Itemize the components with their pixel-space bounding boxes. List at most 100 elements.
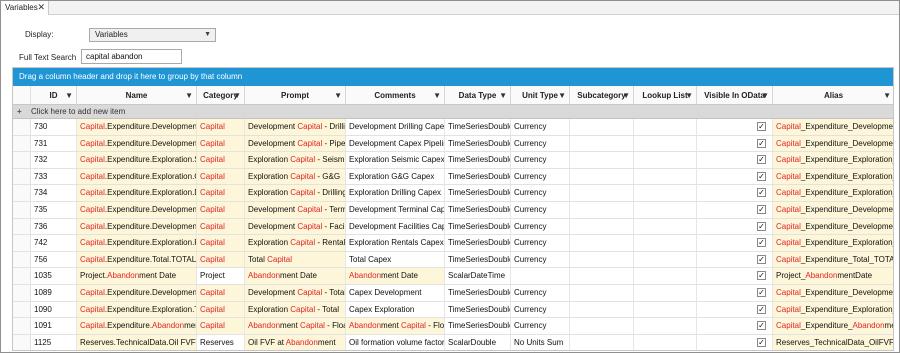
cell-unit-type[interactable]: Currency (511, 235, 570, 251)
cell-name[interactable]: Capital.Expenditure.Exploration.To (77, 301, 197, 318)
row-indicator[interactable] (13, 202, 31, 218)
cell-alias[interactable]: Project_AbandonmentDate (773, 268, 893, 284)
cell-alias[interactable]: Capital_Expenditure_Exploration_D (773, 185, 893, 201)
cell-visible-in-odata[interactable]: ✓ (697, 251, 773, 268)
cell-category[interactable]: Reserves (197, 334, 245, 350)
cell-prompt[interactable]: Exploration Capital - Total (245, 301, 346, 318)
visible-checkbox[interactable]: ✓ (757, 337, 766, 347)
cell-name[interactable]: Capital.Expenditure.Exploration.G& (77, 168, 197, 185)
close-icon[interactable]: ✕ (37, 1, 45, 14)
group-panel[interactable]: Drag a column header and drop it here to… (13, 68, 893, 86)
row-indicator[interactable] (13, 135, 31, 152)
cell-comments[interactable]: Development Terminal Capex (346, 202, 445, 218)
cell-prompt[interactable]: Total Capital (245, 251, 346, 268)
cell-name[interactable]: Capital.Expenditure.Development. (77, 218, 197, 235)
cell-subcategory[interactable] (570, 301, 634, 318)
cell-id[interactable]: 736 (31, 218, 77, 235)
cell-lookup-list[interactable] (634, 235, 697, 251)
cell-comments[interactable]: Abandonment Capital - Floa (346, 318, 445, 334)
cell-id[interactable]: 1035 (31, 268, 77, 284)
visible-checkbox[interactable]: ✓ (757, 288, 766, 297)
visible-checkbox[interactable]: ✓ (757, 122, 766, 131)
cell-comments[interactable]: Development Facilities Capex (346, 218, 445, 235)
cell-subcategory[interactable] (570, 168, 634, 185)
cell-unit-type[interactable] (511, 268, 570, 284)
visible-checkbox[interactable]: ✓ (757, 155, 766, 165)
cell-id[interactable]: 735 (31, 202, 77, 218)
cell-subcategory[interactable] (570, 251, 634, 268)
table-row[interactable]: 756 Capital.Expenditure.Total.TOTAL Capita… (13, 251, 893, 269)
cell-unit-type[interactable]: Currency (511, 318, 570, 334)
cell-alias[interactable]: Capital_Expenditure_Total_TOTAL (773, 251, 893, 268)
cell-comments[interactable]: Exploration Seismic Capex (346, 152, 445, 168)
cell-category[interactable]: Capital (197, 185, 245, 201)
table-row[interactable]: 1125Reserves.TechnicalData.Oil FVF AbRes… (13, 334, 893, 350)
cell-alias[interactable]: Capital_Expenditure_Development (773, 202, 893, 218)
visible-checkbox[interactable]: ✓ (757, 205, 766, 214)
table-row[interactable]: 1089 Capital.Expenditure.Development. Capi… (13, 285, 893, 302)
cell-visible-in-odata[interactable]: ✓ (697, 218, 773, 235)
filter-icon[interactable]: ▼ (185, 86, 193, 105)
cell-category[interactable]: Capital (197, 285, 245, 301)
cell-alias[interactable]: Capital_Expenditure_Development (773, 218, 893, 235)
visible-checkbox[interactable]: ✓ (757, 321, 766, 331)
cell-comments[interactable]: Total Capex (346, 251, 445, 268)
cell-alias[interactable]: Capital_Expenditure_Development (773, 135, 893, 152)
visible-checkbox[interactable]: ✓ (757, 171, 766, 181)
cell-comments[interactable]: Oil formation volume factor (346, 334, 445, 350)
cell-unit-type[interactable]: No Units Sum (511, 334, 570, 350)
cell-comments[interactable]: Development Drilling Capex (346, 119, 445, 135)
cell-prompt[interactable]: Abandonment Date (245, 268, 346, 284)
cell-id[interactable]: 1125 (31, 334, 77, 350)
row-indicator[interactable] (13, 251, 31, 268)
table-row[interactable]: 730 Capital.Expenditure.Development. Capit… (13, 119, 893, 136)
table-row[interactable]: 1035 Project.Abandonment Date Project Aband… (13, 268, 893, 285)
cell-unit-type[interactable]: Currency (511, 218, 570, 235)
row-indicator[interactable] (13, 235, 31, 251)
cell-data-type[interactable]: TimeSeriesDouble (445, 235, 511, 251)
column-header-alias[interactable]: Alias ▼ (773, 86, 893, 105)
cell-subcategory[interactable] (570, 285, 634, 301)
cell-unit-type[interactable]: Currency (511, 152, 570, 168)
cell-id[interactable]: 1090 (31, 301, 77, 318)
cell-visible-in-odata[interactable]: ✓ (697, 202, 773, 218)
cell-visible-in-odata[interactable]: ✓ (697, 135, 773, 152)
column-header-unit-type[interactable]: Unit Type ▼ (511, 86, 570, 105)
cell-category[interactable]: Capital (197, 218, 245, 235)
cell-lookup-list[interactable] (634, 318, 697, 334)
table-row[interactable]: 735 Capital.Expenditure.Development. Capit… (13, 202, 893, 219)
cell-category[interactable]: Capital (197, 301, 245, 318)
cell-comments[interactable]: Capex Exploration (346, 301, 445, 318)
cell-subcategory[interactable] (570, 218, 634, 235)
cell-category[interactable]: Capital (197, 251, 245, 268)
cell-category[interactable]: Capital (197, 119, 245, 135)
visible-checkbox[interactable]: ✓ (757, 221, 766, 231)
filter-icon[interactable]: ▼ (883, 86, 891, 105)
cell-unit-type[interactable]: Currency (511, 202, 570, 218)
cell-category[interactable]: Capital (197, 202, 245, 218)
row-indicator[interactable] (13, 318, 31, 334)
cell-prompt[interactable]: Development Capital - Total (245, 285, 346, 301)
cell-data-type[interactable]: TimeSeriesDouble (445, 218, 511, 235)
column-header-comments[interactable]: Comments ▼ (346, 86, 445, 105)
filter-icon[interactable]: ▼ (761, 86, 769, 105)
cell-name[interactable]: Capital.Expenditure.Abandonment (77, 318, 197, 334)
add-new-item-row[interactable]: + Click here to add new item (13, 105, 893, 119)
cell-alias[interactable]: Capital_Expenditure_Development (773, 119, 893, 135)
cell-data-type[interactable]: ScalarDouble (445, 334, 511, 350)
cell-id[interactable]: 742 (31, 235, 77, 251)
cell-alias[interactable]: Reserves_TechnicalData_OilFVFAb (773, 334, 893, 350)
cell-lookup-list[interactable] (634, 168, 697, 185)
cell-alias[interactable]: Capital_Expenditure_Development (773, 285, 893, 301)
cell-id[interactable]: 734 (31, 185, 77, 201)
table-row[interactable]: 1090 Capital.Expenditure.Exploration.To Ca… (13, 301, 893, 319)
row-indicator[interactable] (13, 152, 31, 168)
row-indicator[interactable] (13, 334, 31, 350)
cell-comments[interactable]: Exploration Drilling Capex (346, 185, 445, 201)
cell-data-type[interactable]: TimeSeriesDouble (445, 152, 511, 168)
cell-subcategory[interactable] (570, 235, 634, 251)
visible-checkbox[interactable]: ✓ (757, 271, 766, 281)
cell-category[interactable]: Capital (197, 318, 245, 334)
table-row[interactable]: 731 Capital.Expenditure.Development. Capit… (13, 135, 893, 153)
search-input[interactable]: capital abandon (81, 49, 182, 64)
